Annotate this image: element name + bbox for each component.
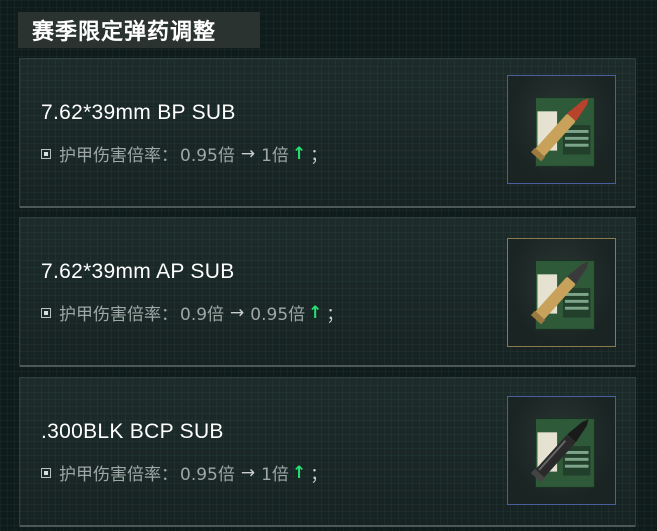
card-divider [20, 206, 635, 208]
bullet-point-icon [41, 148, 51, 159]
terminator: ； [326, 305, 344, 325]
ammo-box-bullet-icon [530, 418, 595, 488]
ammo-card-3: .300BLK BCP SUB 护甲伤害倍率： 0.95倍 → 1倍 ↑ ； [19, 377, 636, 527]
ammo-box-bullet-icon [530, 260, 595, 330]
new-value: 0.95倍 [250, 305, 306, 325]
ammo-card-2: 7.62*39mm AP SUB 护甲伤害倍率： 0.9倍 → 0.95倍 ↑ … [19, 217, 636, 367]
stat-label: 护甲伤害倍率： [59, 465, 178, 485]
old-value: 0.95倍 [180, 146, 235, 166]
ammo-name: 7.62*39mm BP SUB [41, 101, 236, 124]
card-divider [20, 525, 635, 527]
right-arrow-icon: → [240, 143, 256, 164]
up-arrow-icon: ↑ [291, 462, 307, 483]
stat-label: 护甲伤害倍率： [59, 146, 178, 166]
card-divider [20, 365, 635, 367]
ammo-thumbnail [507, 396, 616, 505]
new-value: 1倍 [261, 146, 289, 166]
stat-line: 护甲伤害倍率： 0.95倍 → 1倍 ↑ ； [41, 141, 327, 166]
old-value: 0.9倍 [180, 305, 225, 325]
right-arrow-icon: → [240, 462, 256, 483]
up-arrow-icon: ↑ [291, 143, 307, 164]
old-value: 0.95倍 [180, 465, 235, 485]
stat-label: 护甲伤害倍率： [59, 305, 178, 325]
right-arrow-icon: → [230, 302, 245, 323]
ammo-thumbnail [507, 238, 616, 347]
ammo-name: .300BLK BCP SUB [41, 420, 224, 443]
terminator: ； [310, 146, 328, 166]
stat-line: 护甲伤害倍率： 0.95倍 → 1倍 ↑ ； [41, 460, 327, 485]
new-value: 1倍 [261, 465, 289, 485]
terminator: ； [310, 465, 328, 485]
section-title-bar: 赛季限定弹药调整 [18, 12, 260, 48]
stat-line: 护甲伤害倍率： 0.9倍 → 0.95倍 ↑ ； [41, 300, 343, 325]
bullet-point-icon [41, 307, 51, 318]
up-arrow-icon: ↑ [308, 302, 323, 323]
ammo-thumbnail [507, 75, 616, 184]
ammo-card-1: 7.62*39mm BP SUB 护甲伤害倍率： 0.95倍 → 1倍 ↑ ； [19, 58, 636, 208]
bullet-point-icon [41, 467, 51, 478]
section-title: 赛季限定弹药调整 [32, 20, 217, 45]
ammo-box-bullet-icon [530, 97, 595, 167]
ammo-name: 7.62*39mm AP SUB [41, 260, 235, 283]
